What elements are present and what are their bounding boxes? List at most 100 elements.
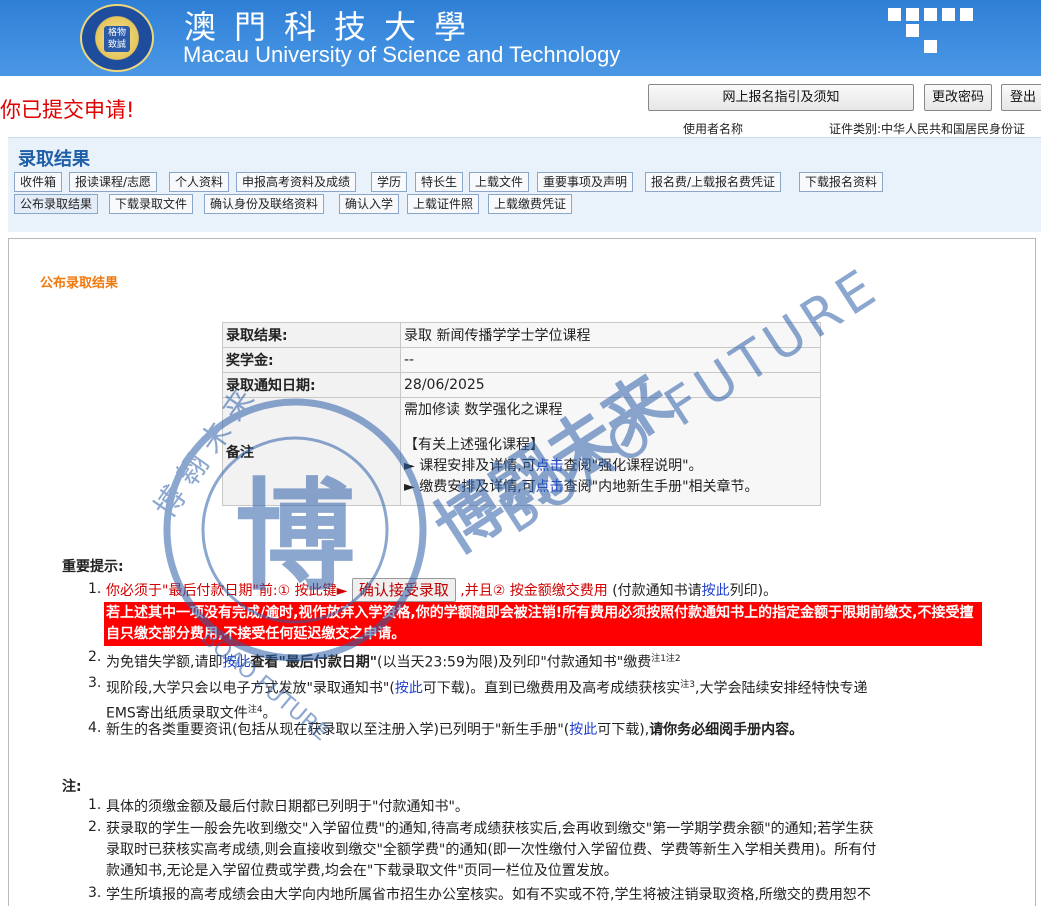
confirm-admission-button[interactable]: 确认接受录取 bbox=[351, 578, 456, 602]
table-row: 备注 需加修读 数学强化之课程 【有关上述强化课程】 ► 课程安排及详情,可点击… bbox=[222, 397, 821, 506]
logo-motto: 格物致誠 bbox=[104, 26, 130, 52]
header-banner: 格物致誠 澳門科技大學 Macau University of Science … bbox=[0, 0, 1041, 76]
list-number: 3. bbox=[88, 675, 102, 691]
list-number: 4. bbox=[88, 720, 102, 736]
decor-block bbox=[888, 8, 901, 21]
important-text: 新生的各类重要资讯(包括从现在获录取以至注册入学)已列明于"新生手册"( bbox=[106, 722, 570, 738]
university-name-en: Macau University of Science and Technolo… bbox=[183, 42, 621, 67]
note-item-1: 具体的须缴金额及最后付款日期都已列明于"付款通知书"。 bbox=[106, 799, 469, 815]
tab-confirm-enrolment[interactable]: 确认入学 bbox=[339, 194, 400, 214]
submitted-message: 你已提交申请! bbox=[0, 98, 135, 122]
scholarship-value: -- bbox=[400, 347, 821, 373]
remark-text: ► 缴费安排及详情,可 bbox=[404, 479, 536, 495]
important-text: 请你务必细阅手册内容。 bbox=[649, 722, 804, 738]
important-text: (付款通知书请 bbox=[612, 583, 702, 599]
tab-education[interactable]: 学历 bbox=[371, 172, 408, 192]
remark-text: 查阅"内地新生手册"相关章节。 bbox=[563, 479, 759, 495]
note-line: 获录取的学生一般会先收到缴交"入学留位费"的通知,待高考成绩获核实后,会再收到缴… bbox=[106, 821, 874, 837]
footnote-ref: 注4 bbox=[247, 704, 263, 715]
important-text: ,并且② 按金额缴交费用 bbox=[460, 583, 608, 599]
footnote-ref: 注1注2 bbox=[651, 654, 681, 664]
result-value: 录取 新闻传播学学士学位课程 bbox=[400, 322, 821, 348]
tab-confirm-identity[interactable]: 确认身份及联络资料 bbox=[204, 194, 325, 214]
important-title: 重要提示: bbox=[62, 559, 124, 575]
tab-gaokao-scores[interactable]: 申报高考资料及成绩 bbox=[236, 172, 357, 192]
remark-value: 需加修读 数学强化之课程 【有关上述强化课程】 ► 课程安排及详情,可点击查阅"… bbox=[400, 397, 821, 506]
scholarship-label: 奖学金: bbox=[222, 347, 401, 373]
important-text: 。 bbox=[262, 705, 277, 722]
guide-button[interactable]: 网上报名指引及须知 bbox=[648, 84, 914, 111]
remark-text: ► 课程安排及详情,可 bbox=[404, 458, 536, 474]
important-item-2: 为免错失学额,请即按此查看"最后付款日期"(以当天23:59为限)及列印"付款通… bbox=[106, 649, 681, 674]
decor-block bbox=[942, 8, 955, 21]
remark-text: 查阅"强化课程说明"。 bbox=[563, 458, 703, 474]
important-text: (以当天23:59为限)及列印"付款通知书"缴费 bbox=[377, 654, 652, 671]
id-type-label: 证件类别:中华人民共和国居民身份证 bbox=[829, 122, 1026, 136]
important-text: 为免错失学额,请即 bbox=[106, 654, 223, 671]
note-line: 款通知书,无论是入学留位费或学费,均会在"下载录取文件"页同一栏位及位置发放。 bbox=[106, 863, 618, 879]
tab-upload-files[interactable]: 上载文件 bbox=[469, 172, 530, 192]
important-text: 现阶段,大学只会以电子方式发放"录取通知书"( bbox=[106, 680, 395, 697]
note-item-3: 学生所填报的高考成绩会由大学向内地所属省市招生办公室核实。如有不实或不符,学生将… bbox=[106, 887, 871, 903]
footnote-ref: 注3 bbox=[680, 680, 695, 690]
admission-result-table: 录取结果: 录取 新闻传播学学士学位课程 奖学金: -- 录取通知日期: 28/… bbox=[222, 322, 821, 506]
remark-line: 【有关上述强化课程】 bbox=[404, 437, 544, 453]
tab-programme-choice[interactable]: 报读课程/志愿 bbox=[69, 172, 158, 192]
list-number: 1. bbox=[88, 797, 102, 813]
important-item-3: 现阶段,大学只会以电子方式发放"录取通知书"(按此可下载)。直到已缴费用及高考成… bbox=[106, 675, 986, 724]
download-letter-link[interactable]: 按此 bbox=[395, 681, 423, 697]
university-logo: 格物致誠 bbox=[80, 4, 154, 72]
remark-line: ► 缴费安排及详情,可点击查阅"内地新生手册"相关章节。 bbox=[404, 477, 817, 498]
user-name-label: 使用者名称 bbox=[683, 122, 744, 136]
tab-download-application[interactable]: 下载报名资料 bbox=[799, 172, 884, 192]
tab-application-fee[interactable]: 报名费/上载报名费凭证 bbox=[645, 172, 782, 192]
result-label: 录取结果: bbox=[222, 322, 401, 348]
content-heading: 公布录取结果 bbox=[40, 276, 119, 291]
tab-download-admission[interactable]: 下载录取文件 bbox=[109, 194, 194, 214]
list-number: 2. bbox=[88, 819, 102, 835]
notice-date-value: 28/06/2025 bbox=[400, 372, 821, 398]
tab-important-notice[interactable]: 重要事项及声明 bbox=[537, 172, 634, 192]
important-text: 你必须于"最后付款日期"前:① 按此键► bbox=[106, 583, 348, 599]
remark-line: 需加修读 数学强化之课程 bbox=[404, 402, 563, 418]
change-password-button[interactable]: 更改密码 bbox=[924, 84, 992, 111]
decor-block bbox=[924, 40, 937, 53]
important-item-1: 你必须于"最后付款日期"前:① 按此键► 确认接受录取 ,并且② 按金额缴交费用… bbox=[106, 578, 777, 602]
tab-special-talent[interactable]: 特长生 bbox=[415, 172, 464, 192]
important-text: 可下载)。直到已缴费用及高考成绩获核实 bbox=[422, 680, 681, 697]
list-number: 2. bbox=[88, 649, 102, 665]
page-title: 录取结果 bbox=[18, 149, 90, 170]
note-item-2: 获录取的学生一般会先收到缴交"入学留位费"的通知,待高考成绩获核实后,会再收到缴… bbox=[106, 819, 876, 882]
tab-admission-result[interactable]: 公布录取结果 bbox=[14, 194, 99, 214]
important-item-4: 新生的各类重要资讯(包括从现在获录取以至注册入学)已列明于"新生手册"(按此可下… bbox=[106, 720, 803, 741]
note-line: 录取时已获核实高考成绩,则会直接收到缴交"全额学费"的通知(即一次性缴付入学留位… bbox=[106, 842, 877, 858]
list-number: 3. bbox=[88, 885, 102, 901]
view-deadline-link[interactable]: 按此 bbox=[222, 655, 250, 671]
decor-block bbox=[906, 24, 919, 37]
table-row: 录取通知日期: 28/06/2025 bbox=[222, 372, 821, 398]
fee-info-link[interactable]: 点击 bbox=[536, 479, 564, 495]
notice-date-label: 录取通知日期: bbox=[222, 372, 401, 398]
decor-block bbox=[924, 8, 937, 21]
decor-block bbox=[960, 8, 973, 21]
decor-block bbox=[906, 8, 919, 21]
table-row: 奖学金: -- bbox=[222, 347, 821, 373]
tab-upload-photo[interactable]: 上载证件照 bbox=[407, 194, 480, 214]
list-number: 1. bbox=[88, 581, 102, 597]
important-text: 列印)。 bbox=[729, 583, 778, 599]
notes-title: 注: bbox=[62, 779, 82, 795]
remark-line: ► 课程安排及详情,可点击查阅"强化课程说明"。 bbox=[404, 456, 817, 477]
download-handbook-link[interactable]: 按此 bbox=[569, 722, 597, 738]
table-row: 录取结果: 录取 新闻传播学学士学位课程 bbox=[222, 322, 821, 348]
remark-label: 备注 bbox=[222, 397, 401, 506]
important-text: ,大学会陆续安排经特快专递 bbox=[695, 680, 868, 697]
print-notice-link[interactable]: 按此 bbox=[702, 583, 730, 599]
warning-box: 若上述其中一项没有完成/逾时,视作放弃入学资格,你的学额随即会被注销!所有费用必… bbox=[104, 602, 982, 646]
logout-button[interactable]: 登出 bbox=[1001, 84, 1041, 111]
important-text: 查看"最后付款日期" bbox=[250, 654, 378, 671]
important-text: EMS寄出纸质录取文件 bbox=[106, 705, 248, 722]
tab-inbox[interactable]: 收件箱 bbox=[14, 172, 63, 192]
course-info-link[interactable]: 点击 bbox=[536, 458, 564, 474]
tab-upload-payment[interactable]: 上载缴费凭证 bbox=[488, 194, 573, 214]
tab-personal-info[interactable]: 个人资料 bbox=[169, 172, 230, 192]
